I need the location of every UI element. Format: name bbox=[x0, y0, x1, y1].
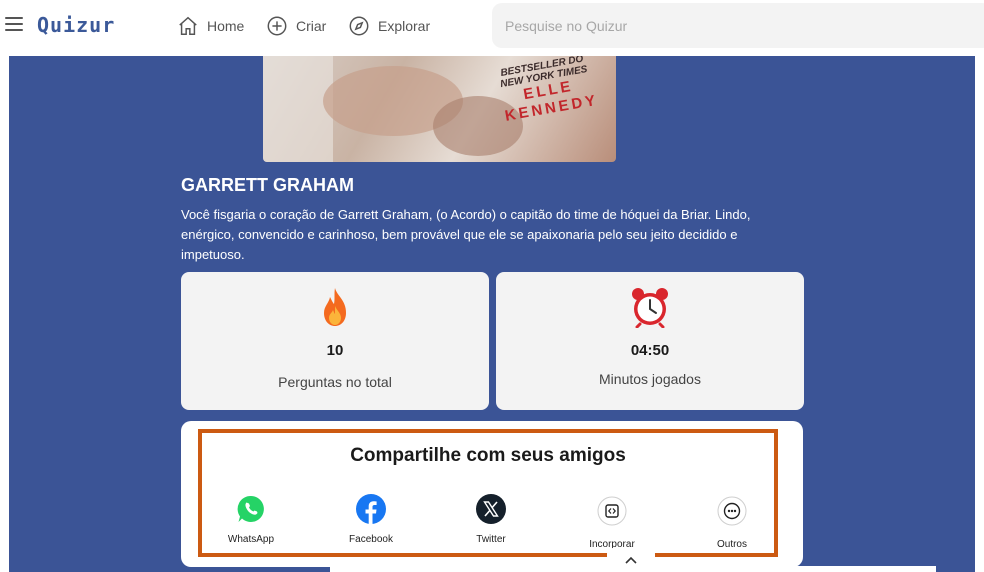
compass-icon bbox=[349, 16, 369, 36]
hamburger-menu-icon[interactable] bbox=[5, 17, 23, 33]
share-facebook-label: Facebook bbox=[349, 534, 393, 545]
nav-home[interactable]: Home bbox=[177, 14, 244, 38]
collapse-toggle[interactable] bbox=[607, 548, 655, 572]
nav-create[interactable]: Criar bbox=[266, 14, 326, 38]
quizur-logo[interactable]: Quizur bbox=[37, 13, 115, 37]
stat-label-time: Minutos jogados bbox=[599, 371, 701, 387]
stat-card-questions: 10 Perguntas no total bbox=[181, 272, 489, 410]
top-navigation-bar: Quizur Home Criar Explorar bbox=[0, 0, 984, 56]
nav-home-label: Home bbox=[207, 18, 245, 34]
stat-value-questions: 10 bbox=[326, 342, 344, 359]
x-twitter-icon bbox=[476, 494, 506, 524]
stat-label-questions: Perguntas no total bbox=[278, 374, 392, 390]
stat-value-time: 04:50 bbox=[630, 342, 670, 359]
chevron-up-icon bbox=[625, 556, 637, 564]
fire-icon bbox=[324, 288, 346, 326]
search-input[interactable] bbox=[492, 3, 984, 48]
share-facebook-button[interactable]: Facebook bbox=[326, 494, 416, 545]
share-more-label: Outros bbox=[716, 539, 747, 550]
share-twitter-label: Twitter bbox=[476, 534, 506, 545]
stat-card-time: 04:50 Minutos jogados bbox=[496, 272, 804, 410]
share-whatsapp-button[interactable]: WhatsApp bbox=[206, 494, 296, 545]
whatsapp-icon bbox=[237, 495, 264, 522]
share-whatsapp-label: WhatsApp bbox=[227, 534, 275, 545]
home-icon bbox=[179, 16, 197, 35]
nav-create-label: Criar bbox=[296, 18, 327, 34]
share-title: Compartilhe com seus amigos bbox=[350, 445, 626, 466]
result-title: GARRETT GRAHAM bbox=[181, 175, 354, 195]
nav-explore[interactable]: Explorar bbox=[348, 14, 430, 38]
facebook-icon bbox=[356, 494, 386, 524]
share-more-button[interactable]: Outros bbox=[687, 496, 777, 550]
share-twitter-button[interactable]: Twitter bbox=[446, 494, 536, 545]
more-icon bbox=[717, 496, 747, 526]
nav-explore-label: Explorar bbox=[378, 18, 431, 34]
alarm-clock-icon bbox=[632, 288, 668, 328]
share-embed-button[interactable]: Incorporar bbox=[567, 496, 657, 550]
embed-code-icon bbox=[597, 496, 627, 526]
plus-circle-icon bbox=[267, 16, 287, 36]
book-cover-image: BESTSELLER DO NEW YORK TIMES ELLE KENNED… bbox=[263, 56, 616, 162]
result-description: Você fisgaria o coração de Garrett Graha… bbox=[181, 207, 751, 262]
